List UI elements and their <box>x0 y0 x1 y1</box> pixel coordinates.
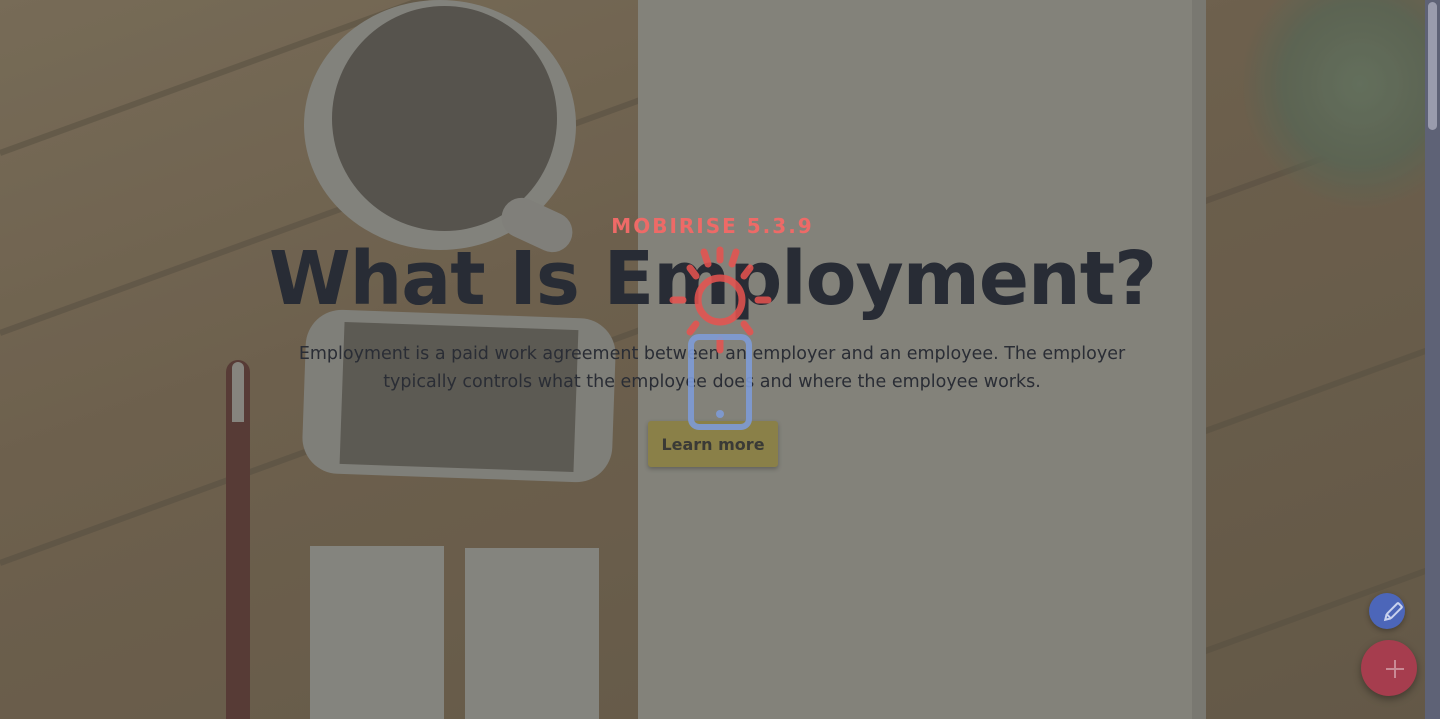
brand-version: MOBIRISE 5.3.9 <box>611 214 814 238</box>
pencil-icon <box>1383 602 1403 622</box>
sun-phone-loading-icon <box>669 246 772 430</box>
vertical-scrollbar[interactable] <box>1425 0 1440 719</box>
scrollbar-thumb[interactable] <box>1428 2 1437 130</box>
add-block-button[interactable] <box>1361 640 1417 696</box>
edit-button[interactable] <box>1369 593 1405 629</box>
plus-icon <box>1386 660 1404 678</box>
